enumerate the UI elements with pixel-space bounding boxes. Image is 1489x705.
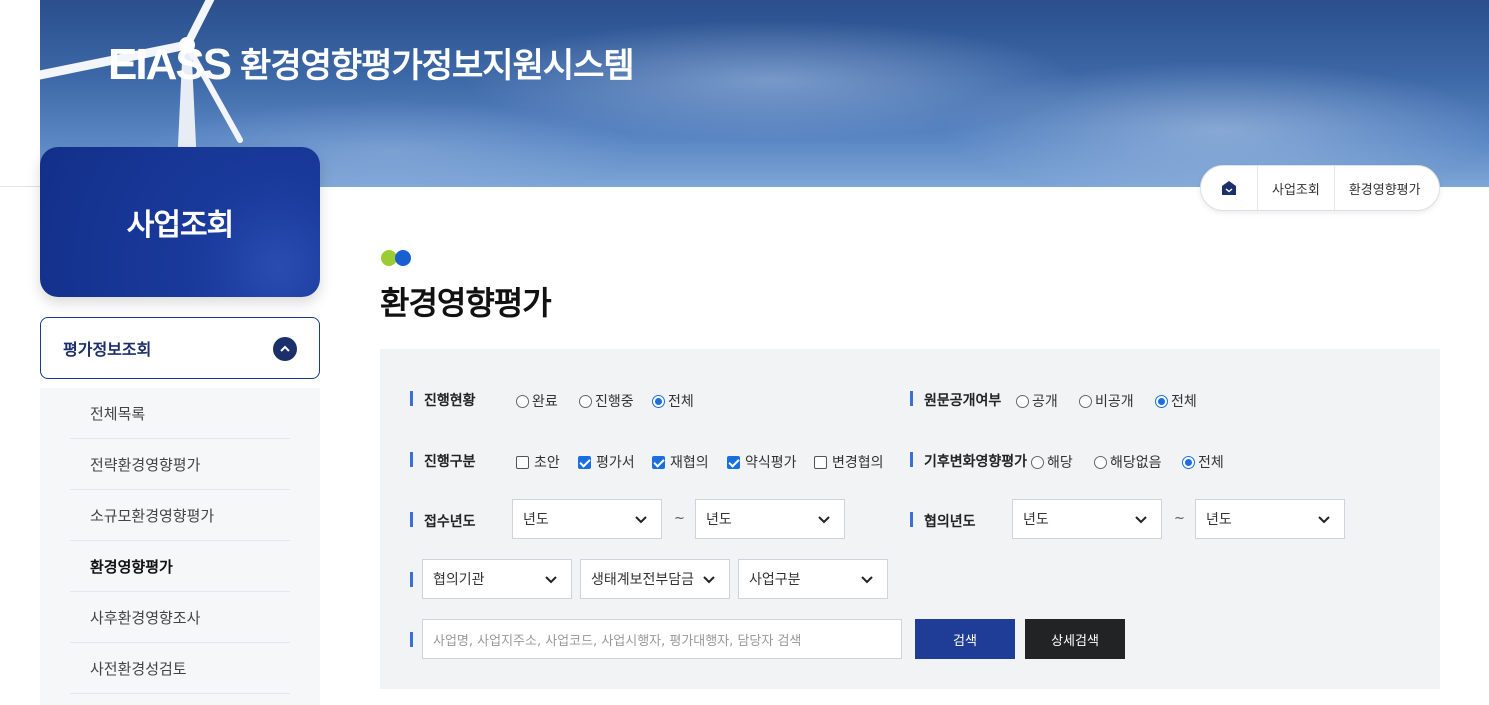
label-consult-year: 협의년도	[910, 511, 976, 531]
chevron-down-icon	[703, 576, 715, 584]
checkbox-box	[814, 455, 827, 469]
radio-label: 전체	[1198, 455, 1224, 471]
checkbox-label: 초안	[534, 455, 560, 471]
site-title[interactable]: EIASS 환경영향평가정보지원시스템	[108, 38, 635, 90]
select-value: 사업구분	[749, 572, 801, 588]
radio-disclosure-all[interactable]: 전체	[1155, 391, 1197, 411]
chevron-down-icon	[545, 576, 557, 584]
sidebar-section-label: 사업조회	[126, 208, 234, 243]
radio-label: 전체	[668, 394, 694, 410]
row-marker	[410, 632, 413, 647]
radio-circle	[652, 394, 665, 408]
radio-label: 해당없음	[1110, 455, 1162, 471]
radio-label: 완료	[532, 394, 558, 410]
label-receipt-year: 접수년도	[410, 511, 476, 531]
ecosystem-charge-select[interactable]: 생태계보전부담금	[580, 559, 730, 599]
radio-circle	[1016, 394, 1029, 408]
divider	[0, 186, 40, 187]
radio-progress-complete[interactable]: 완료	[516, 391, 558, 411]
consult-year-from-select[interactable]: 년도	[1012, 499, 1162, 539]
select-value: 년도	[523, 512, 549, 528]
radio-label: 진행중	[595, 394, 634, 410]
radio-circle	[579, 394, 592, 408]
chevron-up-icon	[273, 337, 297, 361]
select-value: 생태계보전부담금	[591, 572, 695, 588]
radio-label: 공개	[1032, 394, 1058, 410]
radio-climate-applicable[interactable]: 해당	[1031, 452, 1073, 472]
chevron-down-icon	[861, 576, 873, 584]
radio-circle	[1094, 455, 1107, 469]
checkbox-box	[652, 455, 665, 469]
radio-label: 전체	[1171, 394, 1197, 410]
radio-label: 비공개	[1095, 394, 1134, 410]
receipt-year-from-select[interactable]: 년도	[512, 499, 662, 539]
select-value: 년도	[1023, 512, 1049, 528]
radio-progress-ongoing[interactable]: 진행중	[579, 391, 634, 411]
radio-label: 해당	[1047, 455, 1073, 471]
checkbox-label: 평가서	[596, 455, 635, 471]
chevron-down-icon	[818, 516, 830, 524]
radio-circle	[1079, 394, 1092, 408]
sidebar-section-title: 사업조회	[40, 147, 320, 297]
chevron-down-icon	[1318, 516, 1330, 524]
page-title: 환경영향평가	[380, 284, 552, 322]
keyword-search-input[interactable]: 사업명, 사업지주소, 사업코드, 사업시행자, 평가대행자, 담당자 검색	[422, 619, 902, 659]
project-type-select[interactable]: 사업구분	[738, 559, 888, 599]
select-value: 년도	[706, 512, 732, 528]
radio-climate-not-applicable[interactable]: 해당없음	[1094, 452, 1162, 472]
label-progress-type: 진행구분	[410, 451, 476, 471]
home-icon[interactable]	[1201, 166, 1257, 210]
radio-climate-all[interactable]: 전체	[1182, 452, 1224, 472]
range-separator: ~	[1174, 511, 1185, 526]
checkbox-assessment[interactable]: 평가서	[578, 452, 635, 472]
sidebar-item-small-scale[interactable]: 소규모환경영향평가	[70, 490, 290, 541]
consult-year-to-select[interactable]: 년도	[1195, 499, 1345, 539]
radio-circle	[516, 394, 529, 408]
breadcrumb: 사업조회 환경영향평가	[1200, 165, 1440, 211]
sidebar-submenu: 전체목록 전략환경영향평가 소규모환경영향평가 환경영향평가 사후환경영향조사 …	[40, 388, 320, 705]
sidebar-item-strategic[interactable]: 전략환경영향평가	[70, 439, 290, 490]
breadcrumb-item-business[interactable]: 사업조회	[1257, 166, 1334, 210]
radio-circle	[1031, 455, 1044, 469]
checkbox-box	[727, 455, 740, 469]
checkbox-label: 약식평가	[745, 455, 797, 471]
sidebar-group-toggle[interactable]: 평가정보조회	[40, 317, 320, 379]
sidebar-item-pre-review[interactable]: 사전환경성검토	[70, 643, 290, 694]
checkbox-change-consult[interactable]: 변경협의	[814, 452, 884, 472]
chevron-down-icon	[635, 516, 647, 524]
radio-disclosure-private[interactable]: 비공개	[1079, 391, 1134, 411]
radio-circle	[1182, 455, 1195, 469]
row-marker	[410, 572, 413, 587]
sidebar-group-label: 평가정보조회	[63, 340, 152, 359]
checkbox-reconsult[interactable]: 재협의	[652, 452, 709, 472]
checkbox-label: 재협의	[670, 455, 709, 471]
agency-select[interactable]: 협의기관	[422, 559, 572, 599]
title-decoration-icon	[381, 250, 411, 266]
select-value: 협의기관	[433, 572, 485, 588]
checkbox-simplified[interactable]: 약식평가	[727, 452, 797, 472]
sidebar-item-all[interactable]: 전체목록	[70, 388, 290, 439]
receipt-year-to-select[interactable]: 년도	[695, 499, 845, 539]
label-climate: 기후변화영향평가	[910, 451, 1027, 471]
radio-progress-all[interactable]: 전체	[652, 391, 694, 411]
label-progress-status: 진행현황	[410, 390, 476, 410]
search-button[interactable]: 검색	[915, 619, 1015, 659]
checkbox-label: 변경협의	[832, 455, 884, 471]
sidebar-item-eia[interactable]: 환경영향평가	[70, 541, 290, 592]
search-placeholder: 사업명, 사업지주소, 사업코드, 사업시행자, 평가대행자, 담당자 검색	[433, 633, 802, 649]
detail-search-button[interactable]: 상세검색	[1025, 619, 1125, 659]
checkbox-draft[interactable]: 초안	[516, 452, 560, 472]
range-separator: ~	[674, 511, 685, 526]
sidebar-item-post-survey[interactable]: 사후환경영향조사	[70, 592, 290, 643]
site-name: 환경영향평가정보지원시스템	[240, 46, 635, 86]
checkbox-box	[578, 455, 591, 469]
radio-disclosure-public[interactable]: 공개	[1016, 391, 1058, 411]
label-disclosure: 원문공개여부	[910, 390, 1001, 410]
checkbox-box	[516, 455, 529, 469]
site-brand: EIASS	[108, 40, 232, 89]
radio-circle	[1155, 394, 1168, 408]
chevron-down-icon	[1135, 516, 1147, 524]
select-value: 년도	[1206, 512, 1232, 528]
breadcrumb-item-current[interactable]: 환경영향평가	[1333, 166, 1435, 210]
